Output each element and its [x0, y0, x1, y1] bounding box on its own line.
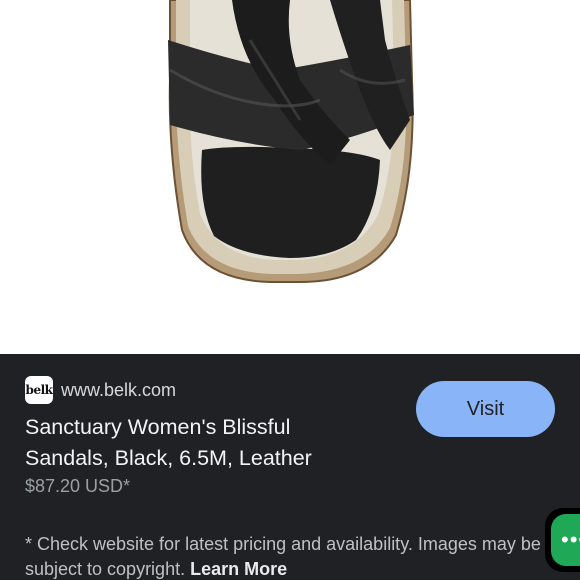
learn-more-link[interactable]: Learn More: [190, 559, 287, 579]
product-image[interactable]: [0, 0, 580, 354]
source-domain[interactable]: www.belk.com: [61, 380, 176, 401]
product-price: $87.20 USD*: [25, 476, 131, 496]
belk-favicon-icon: belk: [25, 376, 53, 404]
chat-fab[interactable]: •••: [545, 508, 580, 572]
screen: belk www.belk.com Sanctuary Women's Blis…: [0, 0, 580, 580]
copyright-disclaimer: * Check website for latest pricing and a…: [25, 532, 545, 580]
source-row[interactable]: belk www.belk.com: [25, 375, 176, 405]
chat-bubble-icon: •••: [551, 514, 580, 566]
sandal-image: [168, 0, 414, 283]
result-info-panel: belk www.belk.com Sanctuary Women's Blis…: [0, 354, 580, 580]
product-title[interactable]: Sanctuary Women's Blissful Sandals, Blac…: [25, 412, 370, 474]
visit-button[interactable]: Visit: [416, 381, 555, 437]
